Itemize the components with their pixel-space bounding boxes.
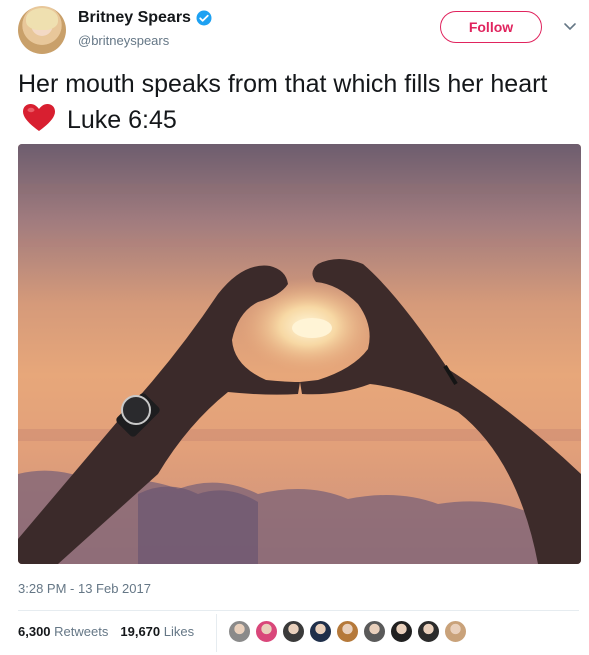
author-handle[interactable]: @britneyspears <box>78 33 169 48</box>
author-name-row[interactable]: Britney Spears <box>78 9 213 27</box>
retweets-count: 6,300 <box>18 624 51 639</box>
liker-avatar-4[interactable] <box>309 620 332 643</box>
tweet-timestamp[interactable]: 3:28 PM - 13 Feb 2017 <box>18 581 151 596</box>
stats-divider-top <box>18 610 579 611</box>
author-avatar[interactable] <box>18 6 66 54</box>
liker-avatar-7[interactable] <box>390 620 413 643</box>
retweets-stat[interactable]: 6,300 Retweets <box>18 624 108 639</box>
stats-vertical-divider <box>216 614 217 652</box>
liker-avatar-1[interactable] <box>228 620 251 643</box>
chevron-down-icon[interactable] <box>563 22 577 32</box>
heart-hands-sunset-photo <box>18 144 581 564</box>
tweet-media-photo[interactable] <box>18 144 581 564</box>
tweet-text-reference: Luke 6:45 <box>66 106 177 134</box>
retweets-label: Retweets <box>54 624 109 639</box>
liker-avatar-6[interactable] <box>363 620 386 643</box>
liker-avatar-3[interactable] <box>282 620 305 643</box>
liker-avatar-9[interactable] <box>444 620 467 643</box>
likes-stat[interactable]: 19,670 Likes <box>120 624 194 639</box>
liker-avatars <box>228 620 467 643</box>
tweet-stats: 6,300 Retweets 19,670 Likes <box>18 624 194 639</box>
tweet-text-main: Her mouth speaks from that which fills h… <box>18 70 548 98</box>
likes-label: Likes <box>163 624 195 639</box>
likes-count: 19,670 <box>120 624 161 639</box>
follow-button[interactable]: Follow <box>440 11 542 43</box>
liker-avatar-5[interactable] <box>336 620 359 643</box>
tweet-text: Her mouth speaks from that which fills h… <box>18 66 573 138</box>
liker-avatar-2[interactable] <box>255 620 278 643</box>
liker-avatar-8[interactable] <box>417 620 440 643</box>
verified-badge-icon <box>196 10 212 26</box>
red-heart-icon <box>23 104 55 131</box>
author-name[interactable]: Britney Spears <box>78 9 191 27</box>
